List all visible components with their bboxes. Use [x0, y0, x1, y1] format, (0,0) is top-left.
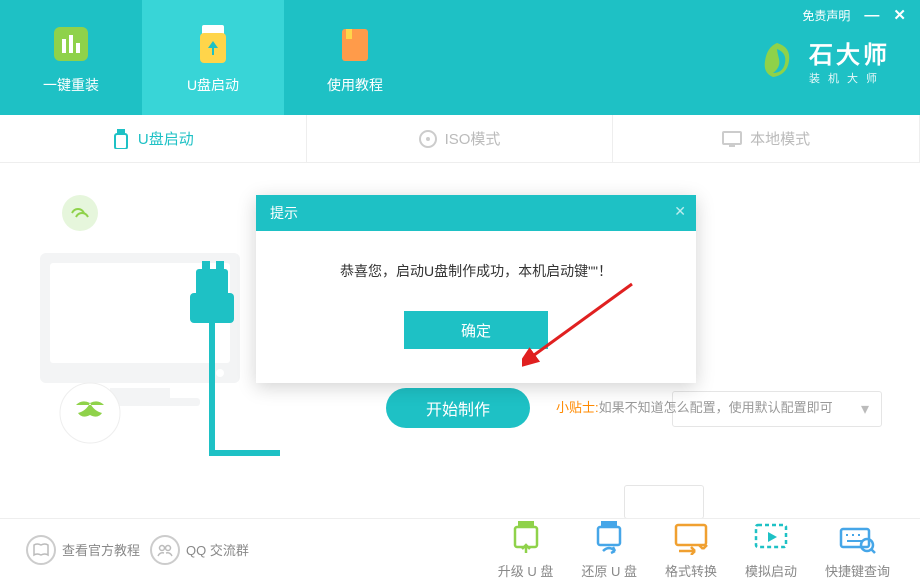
usb-boot-icon: [190, 21, 236, 67]
simulate-boot-icon: [751, 519, 791, 555]
nav-label: 使用教程: [327, 75, 383, 95]
upgrade-usb-icon: [506, 519, 546, 555]
tab-iso-mode[interactable]: ISO模式: [307, 115, 614, 162]
tutorial-icon: [332, 21, 378, 67]
reinstall-icon: [48, 21, 94, 67]
tab-local-mode[interactable]: 本地模式: [613, 115, 920, 162]
hotkey-lookup-icon: [837, 519, 877, 555]
action-hotkey-lookup[interactable]: 快捷键查询: [825, 519, 890, 580]
config-input[interactable]: [624, 485, 704, 519]
monitor-icon: [722, 131, 742, 147]
action-upgrade-usb[interactable]: 升级 U 盘: [498, 519, 554, 580]
qq-group-link[interactable]: QQ 交流群: [150, 535, 249, 565]
nav-reinstall[interactable]: 一键重装: [0, 0, 142, 115]
usb-illustration: [20, 193, 280, 513]
modal-ok-button[interactable]: 确定: [404, 311, 548, 349]
close-button[interactable]: ✕: [893, 6, 906, 24]
tip-label: 小贴士:: [556, 400, 599, 415]
tab-usb-boot[interactable]: U盘启动: [0, 115, 307, 162]
people-icon: [150, 535, 180, 565]
usb-icon: [112, 129, 130, 149]
modal-title: 提示: [270, 203, 298, 223]
app-header: 一键重装 U盘启动 使用教程 免责声明 ― ✕ 石大师 装机大师: [0, 0, 920, 115]
modal-body: 恭喜您，启动U盘制作成功，本机启动键""！ 确定: [256, 231, 696, 383]
nav-label: 一键重装: [43, 75, 99, 95]
success-modal: 提示 ✕ 恭喜您，启动U盘制作成功，本机启动键""！ 确定: [256, 195, 696, 383]
iso-icon: [419, 130, 437, 148]
start-button-label: 开始制作: [426, 396, 490, 420]
modal-close-button[interactable]: ✕: [674, 203, 686, 220]
chevron-down-icon: ▾: [861, 399, 869, 419]
nav-label: U盘启动: [187, 75, 239, 95]
nav-tutorial[interactable]: 使用教程: [284, 0, 426, 115]
tip-text: 小贴士:如果不知道怎么配置，使用默认配置即可: [556, 397, 833, 416]
footer: 查看官方教程 QQ 交流群 升级 U 盘 还原 U 盘 格式转换 模拟启动 快捷: [0, 518, 920, 580]
restore-usb-icon: [589, 519, 629, 555]
brand-title: 石大师: [809, 35, 890, 70]
brand: 石大师 装机大师: [755, 35, 890, 86]
tab-label: U盘启动: [138, 128, 194, 149]
brand-logo-icon: [755, 39, 799, 83]
window-controls: 免责声明 ― ✕: [802, 6, 906, 24]
format-convert-icon: [671, 519, 711, 555]
tab-label: 本地模式: [750, 128, 810, 149]
book-icon: [26, 535, 56, 565]
tab-label: ISO模式: [445, 128, 501, 149]
brand-subtitle: 装机大师: [809, 70, 890, 86]
action-format-convert[interactable]: 格式转换: [665, 519, 717, 580]
nav-usb-boot[interactable]: U盘启动: [142, 0, 284, 115]
modal-message: 恭喜您，启动U盘制作成功，本机启动键""！: [276, 261, 676, 281]
minimize-button[interactable]: ―: [864, 7, 879, 24]
mode-tabs: U盘启动 ISO模式 本地模式: [0, 115, 920, 163]
disclaimer-link[interactable]: 免责声明: [802, 7, 850, 24]
modal-header: 提示 ✕: [256, 195, 696, 231]
action-simulate-boot[interactable]: 模拟启动: [745, 519, 797, 580]
official-tutorial-link[interactable]: 查看官方教程: [26, 535, 140, 565]
start-create-button[interactable]: 开始制作: [386, 388, 530, 428]
action-restore-usb[interactable]: 还原 U 盘: [581, 519, 637, 580]
